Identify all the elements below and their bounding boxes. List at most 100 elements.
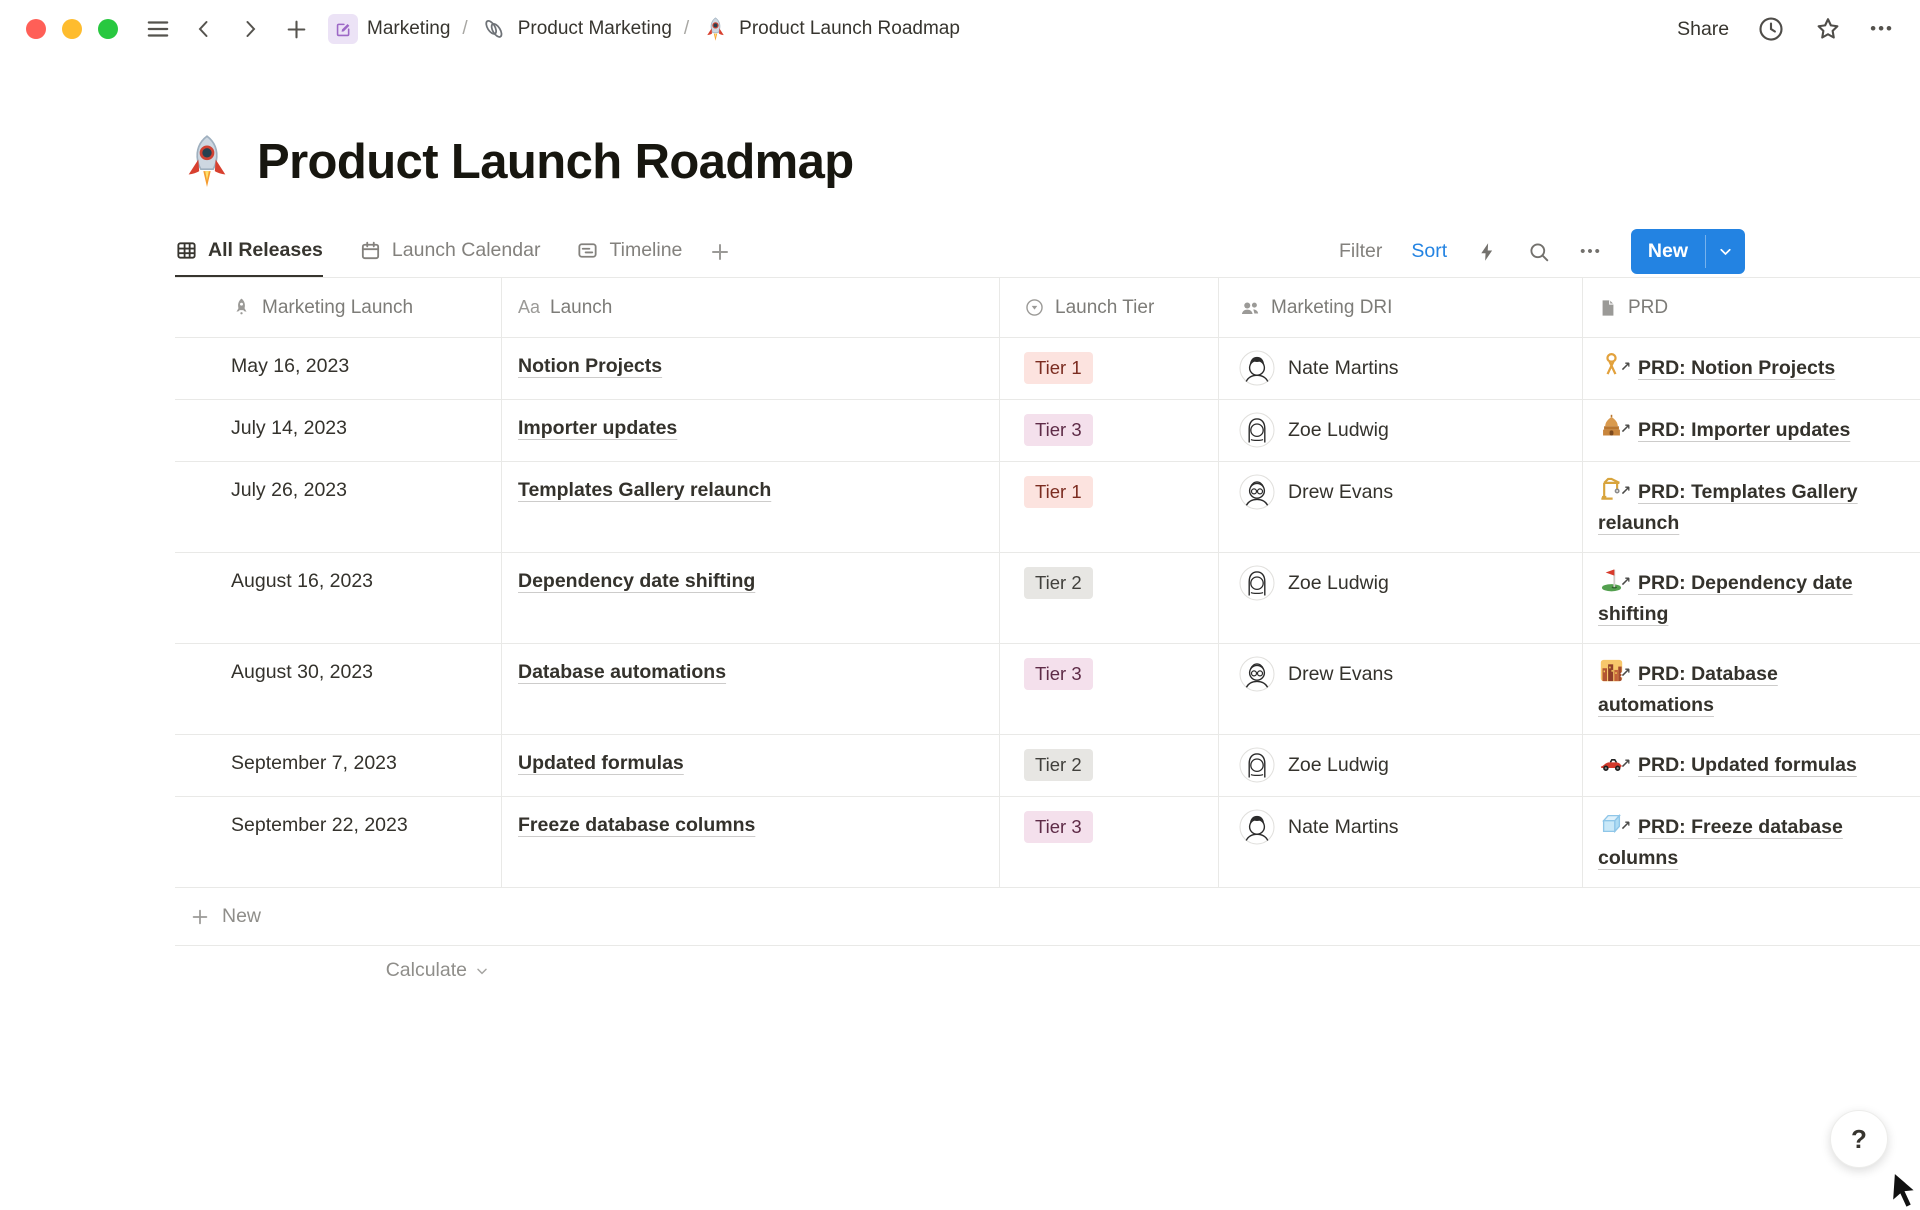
- launch-tier-cell[interactable]: Tier 2: [1000, 735, 1219, 796]
- launch-page-link[interactable]: Templates Gallery relaunch: [518, 479, 771, 501]
- launch-cell[interactable]: Notion Projects: [502, 338, 1000, 399]
- prd-page-link[interactable]: PRD: Freeze database columns: [1598, 816, 1843, 869]
- column-header-marketing-launch[interactable]: Marketing Launch: [175, 278, 502, 337]
- marketing-launch-cell[interactable]: August 30, 2023: [175, 644, 502, 734]
- more-options-icon[interactable]: •••: [1870, 19, 1894, 39]
- marketing-dri-cell[interactable]: Zoe Ludwig: [1219, 553, 1583, 643]
- launch-cell[interactable]: Updated formulas: [502, 735, 1000, 796]
- marketing-launch-date[interactable]: August 16, 2023: [231, 570, 373, 592]
- prd-cell[interactable]: ↗ PRD: Templates Gallery relaunch: [1583, 462, 1920, 552]
- view-tab-all-releases[interactable]: All Releases: [175, 226, 323, 277]
- marketing-dri-cell[interactable]: Drew Evans: [1219, 644, 1583, 734]
- launch-tier-cell[interactable]: Tier 2: [1000, 553, 1219, 643]
- breadcrumb-item-marketing[interactable]: Marketing: [328, 14, 450, 44]
- launch-tier-cell[interactable]: Tier 3: [1000, 400, 1219, 461]
- marketing-launch-date[interactable]: August 30, 2023: [231, 661, 373, 683]
- marketing-launch-cell[interactable]: July 26, 2023: [175, 462, 502, 552]
- launch-page-link[interactable]: Notion Projects: [518, 355, 662, 377]
- launch-cell[interactable]: Dependency date shifting: [502, 553, 1000, 643]
- launch-tier-cell[interactable]: Tier 1: [1000, 338, 1219, 399]
- page-title[interactable]: Product Launch Roadmap: [257, 134, 854, 190]
- new-row-button[interactable]: New: [175, 888, 1920, 946]
- marketing-launch-date[interactable]: July 26, 2023: [231, 479, 347, 501]
- tier-badge[interactable]: Tier 2: [1024, 749, 1093, 781]
- prd-cell[interactable]: ↗ PRD: Importer updates: [1583, 400, 1920, 461]
- forward-button[interactable]: [236, 15, 264, 43]
- marketing-launch-date[interactable]: September 7, 2023: [231, 752, 397, 774]
- close-window-button[interactable]: [26, 19, 46, 39]
- share-button[interactable]: Share: [1677, 18, 1729, 41]
- column-header-prd[interactable]: PRD: [1583, 278, 1920, 337]
- tier-badge[interactable]: Tier 1: [1024, 476, 1093, 508]
- breadcrumb-item-product-launch-roadmap[interactable]: Product Launch Roadmap: [701, 15, 960, 44]
- new-button-chevron-down-icon[interactable]: [1706, 229, 1745, 274]
- marketing-launch-cell[interactable]: September 22, 2023: [175, 797, 502, 887]
- marketing-launch-cell[interactable]: August 16, 2023: [175, 553, 502, 643]
- avatar: [1239, 809, 1275, 845]
- prd-page-link[interactable]: PRD: Dependency date shifting: [1598, 572, 1853, 625]
- prd-page-link[interactable]: PRD: Notion Projects: [1638, 357, 1835, 379]
- launch-page-link[interactable]: Dependency date shifting: [518, 570, 755, 592]
- marketing-dri-cell[interactable]: Drew Evans: [1219, 462, 1583, 552]
- zoom-window-button[interactable]: [98, 19, 118, 39]
- prd-page-link[interactable]: PRD: Templates Gallery relaunch: [1598, 481, 1858, 534]
- marketing-launch-date[interactable]: July 14, 2023: [231, 417, 347, 439]
- marketing-dri-cell[interactable]: Zoe Ludwig: [1219, 400, 1583, 461]
- marketing-dri-cell[interactable]: Nate Martins: [1219, 338, 1583, 399]
- column-header-marketing-dri[interactable]: Marketing DRI: [1219, 278, 1583, 337]
- minimize-window-button[interactable]: [62, 19, 82, 39]
- updates-clock-icon[interactable]: [1756, 14, 1786, 44]
- new-button[interactable]: New: [1631, 229, 1745, 274]
- prd-cell[interactable]: ↗ PRD: Database automations: [1583, 644, 1920, 734]
- add-view-icon[interactable]: [708, 240, 732, 264]
- launch-cell[interactable]: Importer updates: [502, 400, 1000, 461]
- prd-cell[interactable]: ↗ PRD: Dependency date shifting: [1583, 553, 1920, 643]
- new-button-label[interactable]: New: [1631, 229, 1705, 274]
- launch-page-link[interactable]: Database automations: [518, 661, 726, 683]
- prd-cell[interactable]: ↗ PRD: Notion Projects: [1583, 338, 1920, 399]
- breadcrumb-item-product-marketing[interactable]: Product Marketing: [480, 15, 672, 44]
- filter-button[interactable]: Filter: [1339, 240, 1382, 263]
- view-options-icon[interactable]: •••: [1580, 243, 1602, 260]
- launch-tier-cell[interactable]: Tier 3: [1000, 797, 1219, 887]
- launch-page-link[interactable]: Freeze database columns: [518, 814, 755, 836]
- marketing-launch-cell[interactable]: July 14, 2023: [175, 400, 502, 461]
- table-row: May 16, 2023 Notion Projects Tier 1 Nate…: [175, 338, 1920, 400]
- prd-page-link[interactable]: PRD: Updated formulas: [1638, 754, 1857, 776]
- marketing-launch-date[interactable]: May 16, 2023: [231, 355, 349, 377]
- page-rocket-emoji-icon[interactable]: [177, 132, 237, 192]
- help-button[interactable]: ?: [1830, 1110, 1888, 1168]
- sidebar-menu-icon[interactable]: [144, 15, 172, 43]
- search-icon[interactable]: [1527, 240, 1551, 264]
- tier-badge[interactable]: Tier 3: [1024, 811, 1093, 843]
- view-tab-timeline[interactable]: Timeline: [576, 226, 682, 277]
- sort-button[interactable]: Sort: [1411, 240, 1447, 263]
- view-tab-launch-calendar[interactable]: Launch Calendar: [359, 226, 541, 277]
- tier-badge[interactable]: Tier 2: [1024, 567, 1093, 599]
- column-header-launch[interactable]: Aa Launch: [502, 278, 1000, 337]
- launch-cell[interactable]: Templates Gallery relaunch: [502, 462, 1000, 552]
- marketing-launch-cell[interactable]: September 7, 2023: [175, 735, 502, 796]
- favorite-star-icon[interactable]: [1813, 14, 1843, 44]
- launch-cell[interactable]: Freeze database columns: [502, 797, 1000, 887]
- marketing-launch-date[interactable]: September 22, 2023: [231, 814, 408, 836]
- launch-page-link[interactable]: Importer updates: [518, 417, 677, 439]
- prd-cell[interactable]: ↗ PRD: Updated formulas: [1583, 735, 1920, 796]
- launch-tier-cell[interactable]: Tier 3: [1000, 644, 1219, 734]
- column-header-launch-tier[interactable]: Launch Tier: [1000, 278, 1219, 337]
- tier-badge[interactable]: Tier 1: [1024, 352, 1093, 384]
- new-tab-button[interactable]: [282, 15, 310, 43]
- tier-badge[interactable]: Tier 3: [1024, 414, 1093, 446]
- back-button[interactable]: [190, 15, 218, 43]
- calculate-button[interactable]: Calculate: [175, 946, 502, 982]
- launch-tier-cell[interactable]: Tier 1: [1000, 462, 1219, 552]
- marketing-launch-cell[interactable]: May 16, 2023: [175, 338, 502, 399]
- marketing-dri-cell[interactable]: Zoe Ludwig: [1219, 735, 1583, 796]
- tier-badge[interactable]: Tier 3: [1024, 658, 1093, 690]
- automations-bolt-icon[interactable]: [1476, 241, 1498, 263]
- prd-cell[interactable]: ↗ PRD: Freeze database columns: [1583, 797, 1920, 887]
- launch-cell[interactable]: Database automations: [502, 644, 1000, 734]
- marketing-dri-cell[interactable]: Nate Martins: [1219, 797, 1583, 887]
- prd-page-link[interactable]: PRD: Importer updates: [1638, 419, 1850, 441]
- launch-page-link[interactable]: Updated formulas: [518, 752, 684, 774]
